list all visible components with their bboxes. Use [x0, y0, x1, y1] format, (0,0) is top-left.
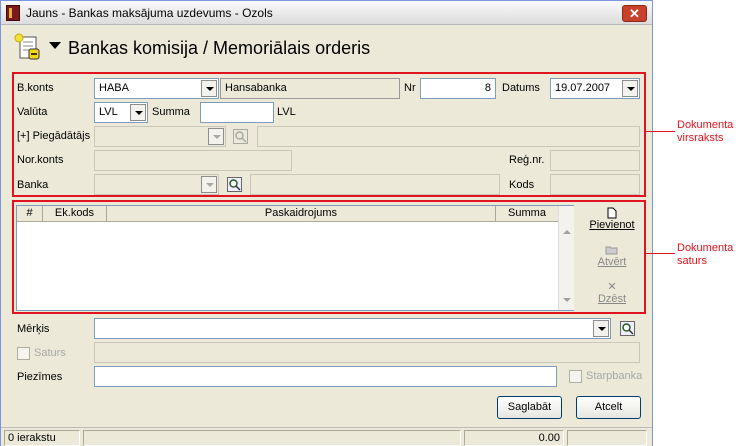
merkis-select[interactable]	[94, 318, 611, 339]
cancel-button[interactable]: Atcelt	[576, 396, 641, 419]
content-annotation-box	[12, 200, 646, 314]
doc-menu-arrow-icon[interactable]	[49, 42, 61, 49]
new-document-icon	[14, 33, 40, 60]
piezimes-input[interactable]	[94, 366, 557, 387]
merkis-label: Mērķis	[17, 323, 50, 335]
header-annotation-line	[645, 131, 675, 132]
header-annotation-label: Dokumenta virsraksts	[677, 119, 734, 144]
document-heading: Bankas komisija / Memoriālais orderis	[68, 38, 371, 58]
window-title: Jauns - Bankas maksājuma uzdevums - Ozol…	[26, 6, 273, 20]
saturs-label: Saturs	[34, 347, 66, 359]
saturs-field	[94, 342, 640, 363]
record-count: 0 ierakstu	[4, 430, 80, 446]
content-annotation-label: Dokumenta saturs	[677, 242, 734, 267]
status-panel-end	[567, 430, 647, 446]
header-annotation-box	[12, 72, 646, 197]
dialog-window: Jauns - Bankas maksājuma uzdevums - Ozol…	[0, 0, 653, 446]
total-amount: 0.00	[464, 430, 564, 446]
status-bar: 0 ierakstu 0.00	[1, 427, 652, 446]
save-button[interactable]: Saglabāt	[497, 396, 562, 419]
piezimes-label: Piezīmes	[17, 371, 63, 383]
status-panel	[83, 430, 461, 446]
saturs-checkbox[interactable]	[17, 347, 30, 360]
starpbanka-checkbox[interactable]	[569, 370, 582, 383]
starpbanka-label: Starpbanka	[586, 370, 643, 382]
chevron-down-icon[interactable]	[593, 320, 609, 337]
app-book-icon	[6, 5, 20, 21]
close-button[interactable]: ✕	[622, 5, 647, 22]
content-annotation-line	[645, 253, 675, 254]
search-icon[interactable]	[620, 321, 635, 336]
title-bar[interactable]: Jauns - Bankas maksājuma uzdevums - Ozol…	[1, 1, 652, 25]
